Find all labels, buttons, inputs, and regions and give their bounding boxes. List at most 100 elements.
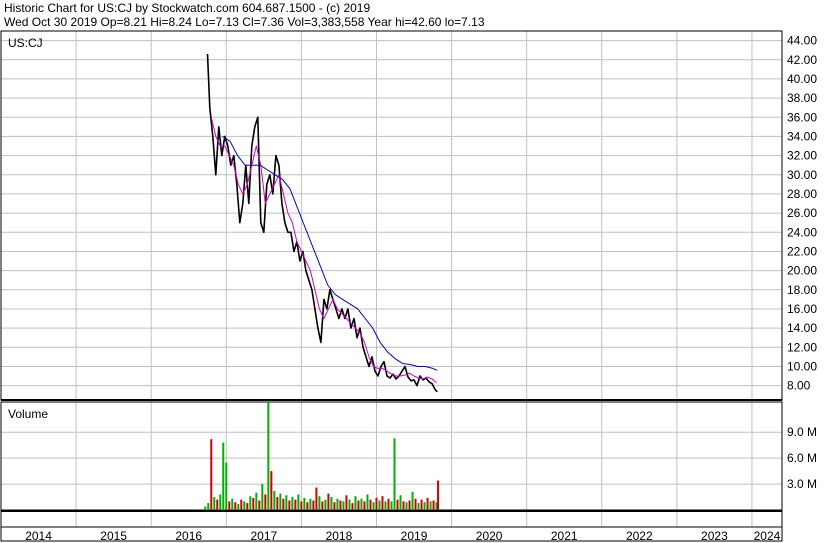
price-tick-label: 16.00 [787,302,817,316]
volume-bar [255,492,258,510]
price-tick-label: 10.00 [787,359,817,373]
price-axis-ticks: 44.00 42.00 40.00 38.00 36.00 34.00 32.00 30.00… [787,34,817,393]
volume-bar [252,497,255,510]
volume-bar [225,462,228,510]
volume-tick-label: 3.0 M [787,477,817,491]
volume-bar [354,496,357,510]
volume-bar [267,402,270,510]
volume-bar [273,490,276,510]
volume-bar [351,503,354,510]
volume-bar [285,495,288,510]
volume-bar [261,484,264,510]
volume-bar [219,494,222,510]
price-tick-label: 30.00 [787,168,817,182]
volume-bar [363,501,366,510]
volume-bar [402,501,405,510]
volume-bar [315,487,318,510]
volume-bar [270,471,273,510]
volume-bar [306,502,309,510]
volume-bar [426,497,429,510]
volume-bar [390,501,393,510]
year-tick-label: 2016 [175,529,202,543]
price-tick-label: 22.00 [787,244,817,258]
price-panel-frame [0,30,783,401]
price-tick-label: 18.00 [787,283,817,297]
price-tick-label: 38.00 [787,91,817,105]
volume-bar [396,499,399,510]
volume-bar [342,501,345,510]
volume-bar [375,497,378,510]
price-line [206,53,438,393]
short-moving-average-line [210,117,437,384]
chart-grid [1,31,782,527]
volume-bar [288,500,291,510]
year-tick-label: 2024 [754,529,781,543]
volume-bar [213,497,216,510]
year-tick-label: 2017 [250,529,277,543]
price-series [206,53,438,393]
volume-bar [237,503,240,510]
volume-bar [207,503,210,510]
volume-bar [381,496,384,510]
volume-bar [333,502,336,510]
volume-bar [330,497,333,510]
volume-bar [300,501,303,510]
price-tick-label: 20.00 [787,264,817,278]
volume-bar [348,499,351,510]
year-tick-label: 2015 [100,529,127,543]
volume-bar [372,502,375,510]
volume-bar [303,497,306,510]
volume-bar [246,503,249,510]
price-tick-label: 42.00 [787,53,817,67]
volume-bar [228,501,231,510]
volume-bar [276,497,279,510]
volume-bar [204,506,207,510]
volume-bar [366,494,369,510]
volume-bar [384,501,387,510]
price-tick-label: 24.00 [787,225,817,239]
year-tick-label: 2020 [476,529,503,543]
volume-panel-frame [0,401,783,511]
volume-bar [291,497,294,510]
volume-bar [249,496,252,510]
volume-bar [240,499,243,510]
price-tick-label: 12.00 [787,340,817,354]
volume-bars [204,402,440,510]
volume-bar [216,499,219,510]
volume-bar [258,500,261,510]
volume-bar [420,499,423,510]
volume-bar [336,498,339,510]
volume-bar [318,496,321,510]
volume-bar [423,502,426,510]
year-tick-label: 2019 [401,529,428,543]
volume-bar [297,494,300,510]
price-tick-label: 28.00 [787,187,817,201]
price-tick-label: 32.00 [787,149,817,163]
volume-bar [282,498,285,510]
volume-bar [321,501,324,510]
volume-bar [324,499,327,510]
volume-bar [360,498,363,510]
volume-bar [411,491,414,510]
volume-bar [312,500,315,510]
price-tick-label: 44.00 [787,34,817,48]
volume-axis-ticks: 9.0 M 6.0 M 3.0 M [787,425,817,491]
volume-bar [369,499,372,510]
volume-bar [429,501,432,510]
year-tick-label: 2022 [626,529,653,543]
price-tick-label: 26.00 [787,206,817,220]
price-tick-label: 40.00 [787,72,817,86]
volume-bar [414,498,417,510]
volume-bar [378,500,381,510]
year-tick-label: 2018 [326,529,353,543]
volume-bar [432,500,435,510]
volume-tick-label: 6.0 M [787,451,817,465]
volume-bar [231,498,234,510]
historic-price-chart: US:CJ Volume 44.00 42.00 40.00 38.00 36.00 34… [0,30,817,543]
volume-bar [210,439,213,510]
volume-bar [437,480,440,510]
year-tick-label: 2021 [551,529,578,543]
volume-bar [279,493,282,510]
volume-bar [417,503,420,510]
volume-bar [339,500,342,510]
